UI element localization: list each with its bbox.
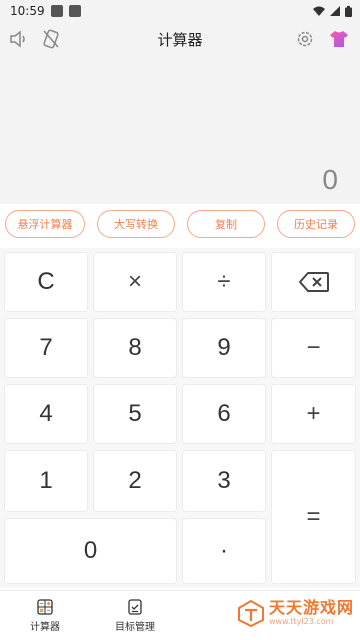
key-5[interactable]: 5 — [93, 384, 177, 444]
notification-icon — [68, 5, 81, 17]
goal-checklist-icon — [128, 599, 142, 615]
notification-icon — [50, 5, 63, 17]
floating-calculator-chip[interactable]: 悬浮计算器 — [5, 210, 85, 238]
wifi-icon — [313, 6, 325, 16]
backspace-key[interactable] — [271, 252, 356, 312]
action-chips: 悬浮计算器 大写转换 复制 历史记录 — [0, 210, 360, 242]
history-chip[interactable]: 历史记录 — [277, 210, 355, 238]
key-8[interactable]: 8 — [93, 318, 177, 378]
key-9[interactable]: 9 — [182, 318, 266, 378]
divide-key[interactable]: ÷ — [182, 252, 266, 312]
nav-item-calculator[interactable]: 计算器 — [0, 591, 90, 640]
gear-icon[interactable] — [294, 28, 316, 50]
key-0[interactable]: 0 — [4, 518, 177, 584]
nav-label-goals: 目标管理 — [115, 622, 155, 633]
decimal-key[interactable]: · — [182, 518, 266, 584]
watermark-title: 天天游戏网 — [268, 598, 354, 617]
key-2[interactable]: 2 — [93, 450, 177, 512]
header: 计算器 — [0, 22, 360, 56]
multiply-key[interactable]: × — [93, 252, 177, 312]
battery-icon — [345, 5, 352, 17]
key-1[interactable]: 1 — [4, 450, 88, 512]
key-6[interactable]: 6 — [182, 384, 266, 444]
minus-key[interactable]: − — [271, 318, 356, 378]
calculator-icon — [37, 599, 53, 615]
nav-label-calculator: 计算器 — [30, 622, 60, 633]
nav-item-goals[interactable]: 目标管理 — [90, 591, 180, 640]
signal-icon — [330, 6, 340, 16]
clear-key[interactable]: C — [4, 252, 88, 312]
vibrate-off-icon[interactable] — [40, 28, 62, 50]
page-title: 计算器 — [157, 30, 203, 49]
plus-key[interactable]: + — [271, 384, 356, 444]
display-value: 0 — [322, 164, 338, 195]
status-bar: 10:59 — [0, 0, 360, 22]
sound-icon[interactable] — [8, 28, 30, 50]
display-area: 计算器 0 — [0, 22, 360, 204]
key-4[interactable]: 4 — [4, 384, 88, 444]
status-time: 10:59 — [10, 4, 45, 18]
keypad: C × ÷ 7 8 9 − 4 5 6 + 1 2 3 = 0 · — [0, 248, 360, 588]
key-7[interactable]: 7 — [4, 318, 88, 378]
watermark-logo-icon — [237, 599, 264, 627]
watermark: 天天游戏网 www.ttyl23.com — [237, 599, 354, 627]
backspace-icon — [298, 272, 329, 292]
key-3[interactable]: 3 — [182, 450, 266, 512]
uppercase-convert-chip[interactable]: 大写转换 — [97, 210, 175, 238]
equals-key[interactable]: = — [271, 450, 356, 584]
theme-shirt-icon[interactable] — [328, 28, 350, 50]
watermark-url: www.ttyl23.com — [268, 617, 334, 626]
bottom-nav: 计算器 目标管理 天天游戏网 www.ttyl23.com — [0, 590, 360, 640]
copy-chip[interactable]: 复制 — [187, 210, 265, 238]
